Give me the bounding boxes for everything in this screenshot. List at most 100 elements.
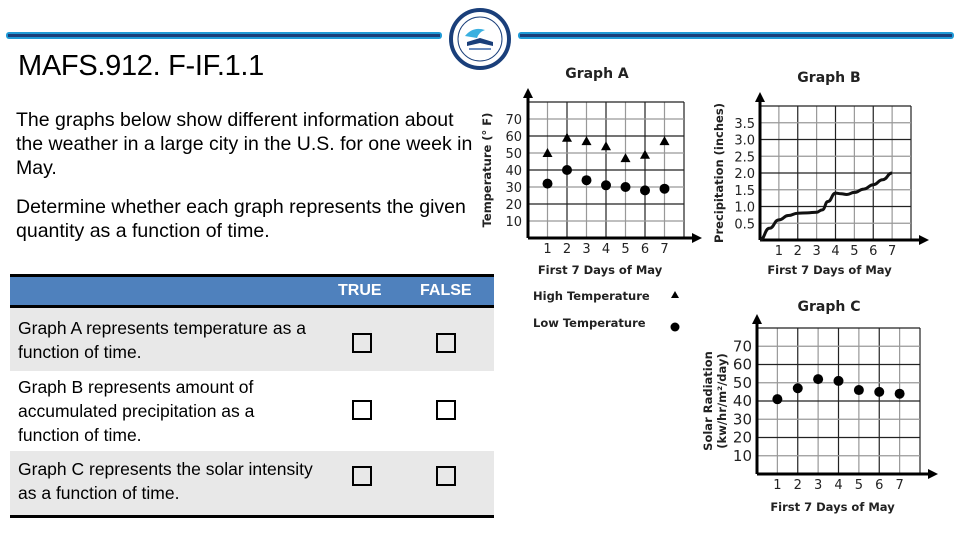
data-point-low <box>659 183 670 194</box>
header-rule-left <box>6 32 442 39</box>
statement-text: Graph A represents temperature as a func… <box>18 318 306 362</box>
y-tick-label: 50 <box>505 147 522 162</box>
column-header-false: FALSE <box>420 282 472 299</box>
data-point-high <box>640 149 650 159</box>
y-tick-label: 30 <box>733 410 752 428</box>
true-checkbox[interactable] <box>352 333 372 353</box>
data-point <box>853 385 864 396</box>
data-point-low <box>601 180 611 191</box>
chart-graph-a: Graph A First 7 Days of May Temperature (°… <box>480 66 702 332</box>
y-tick-label: 2.0 <box>734 167 755 182</box>
intro-paragraph: The graphs below show different informat… <box>16 109 473 179</box>
y-tick-label: 40 <box>505 164 522 179</box>
data-point-high <box>620 153 631 163</box>
chart-title: Graph A <box>565 66 629 82</box>
x-tick-label: 7 <box>888 244 896 259</box>
data-point <box>772 394 783 405</box>
true-checkbox[interactable] <box>352 466 372 486</box>
y-tick-label: 10 <box>505 215 522 230</box>
x-tick-label: 1 <box>543 242 551 257</box>
true-false-table: TRUE FALSE Graph A represents temperatur… <box>10 274 494 518</box>
data-point-high <box>581 136 592 146</box>
instruction-paragraph: Determine whether each graph represents … <box>16 196 466 242</box>
x-tick-label: 6 <box>641 242 649 257</box>
y-axis-label-units: (kw/hr/m²/day) <box>715 353 729 448</box>
y-tick-label: 3.0 <box>734 134 755 149</box>
data-point-low <box>640 185 650 196</box>
statement-text: Graph B represents amount of accumulated… <box>18 377 255 445</box>
y-tick-label: 70 <box>733 337 752 355</box>
x-tick-label: 6 <box>875 478 883 493</box>
y-tick-label: 2.5 <box>734 150 755 165</box>
legend-label: Low Temperature <box>533 316 646 330</box>
x-tick-label: 1 <box>773 478 781 493</box>
x-tick-label: 4 <box>831 244 839 259</box>
data-point-low <box>562 165 572 175</box>
legend-triangle-icon <box>671 291 679 298</box>
x-axis-label: First 7 Days of May <box>538 263 663 277</box>
y-axis-arrow-icon <box>752 314 762 324</box>
y-axis-arrow-icon <box>755 92 765 102</box>
chart-title: Graph C <box>798 299 861 315</box>
x-tick-label: 2 <box>794 478 802 493</box>
x-axis-arrow-icon <box>919 235 929 245</box>
y-tick-label: 20 <box>733 429 752 447</box>
y-axis-label: Precipitation (inches) <box>712 103 726 243</box>
x-axis-arrow-icon <box>928 469 938 479</box>
y-tick-label: 10 <box>733 447 752 465</box>
y-tick-label: 0.5 <box>734 217 755 232</box>
x-tick-label: 7 <box>895 478 903 493</box>
x-axis-label: First 7 Days of May <box>767 263 892 277</box>
x-tick-label: 7 <box>660 242 668 257</box>
true-checkbox[interactable] <box>352 400 372 420</box>
chart-graph-c: Graph C First 7 Days of May Solar Radiatio… <box>701 299 938 514</box>
y-tick-label: 1.5 <box>734 184 755 199</box>
y-tick-label: 30 <box>505 181 522 196</box>
table-row: Graph C represents the solar intensity a… <box>10 451 494 518</box>
x-tick-label: 3 <box>814 478 822 493</box>
chart-title: Graph B <box>797 70 860 86</box>
data-point-low <box>542 178 553 189</box>
y-tick-label: 50 <box>733 374 752 392</box>
x-tick-label: 3 <box>812 244 820 259</box>
legend-label: High Temperature <box>533 289 650 303</box>
data-point-high <box>562 132 572 142</box>
x-tick-label: 6 <box>869 244 877 259</box>
data-point-high <box>659 136 670 146</box>
data-point-low <box>620 182 631 192</box>
y-tick-label: 60 <box>505 130 522 145</box>
false-checkbox[interactable] <box>436 466 456 486</box>
false-checkbox[interactable] <box>436 333 456 353</box>
school-district-seal-icon <box>449 8 511 70</box>
y-tick-label: 60 <box>733 356 752 374</box>
y-tick-label: 1.0 <box>734 201 755 216</box>
table-row: Graph A represents temperature as a func… <box>10 308 494 371</box>
y-tick-label: 20 <box>505 198 522 213</box>
x-tick-label: 4 <box>834 478 842 493</box>
data-point <box>833 375 844 386</box>
x-tick-label: 5 <box>855 478 863 493</box>
data-point-low <box>581 175 592 186</box>
column-header-true: TRUE <box>338 282 382 299</box>
y-tick-label: 3.5 <box>734 117 755 132</box>
x-axis-label: First 7 Days of May <box>770 500 895 514</box>
x-tick-label: 2 <box>563 242 571 257</box>
y-axis-arrow-icon <box>523 88 533 98</box>
x-tick-label: 3 <box>582 242 590 257</box>
statement-text: Graph C represents the solar intensity a… <box>18 459 313 503</box>
page-title: MAFS.912. F-IF.1.1 <box>18 50 265 82</box>
x-tick-label: 2 <box>794 244 802 259</box>
y-tick-label: 70 <box>505 113 522 128</box>
false-checkbox[interactable] <box>436 400 456 420</box>
data-point <box>894 388 905 399</box>
table-header: TRUE FALSE <box>10 274 494 308</box>
x-tick-label: 1 <box>775 244 783 259</box>
data-point <box>813 374 824 385</box>
x-tick-label: 5 <box>621 242 629 257</box>
y-axis-label: Solar Radiation <box>701 351 715 451</box>
table-row: Graph B represents amount of accumulated… <box>10 371 494 451</box>
x-tick-label: 5 <box>850 244 858 259</box>
data-point <box>792 383 803 394</box>
data-point <box>874 386 885 397</box>
legend-circle-icon <box>670 322 680 332</box>
